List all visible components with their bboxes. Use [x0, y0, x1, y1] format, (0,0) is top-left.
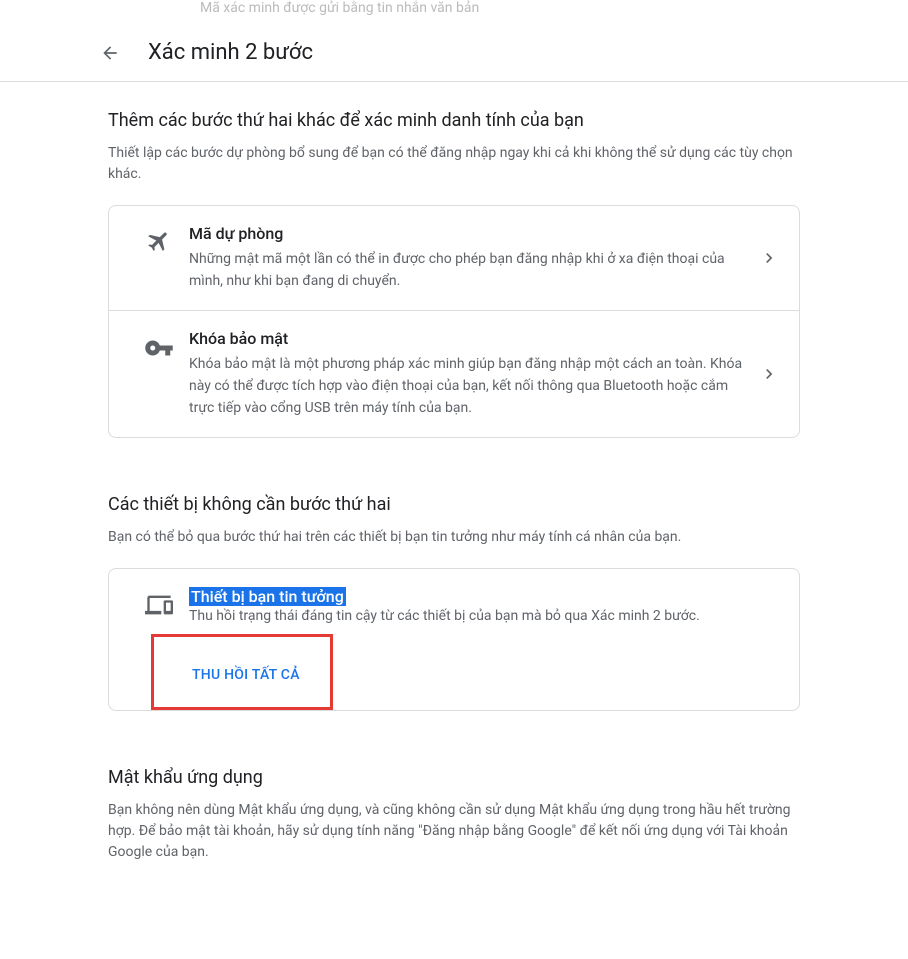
arrow-back-icon [100, 43, 120, 63]
chevron-right-icon [747, 248, 779, 268]
card-desc-backup-codes: Những mật mã một lần có thể in được cho … [189, 249, 747, 292]
truncated-prior-text: Mã xác minh được gửi bằng tin nhắn văn b… [0, 0, 908, 28]
section-desc-add-steps: Thiết lập các bước dự phòng bổ sung để b… [108, 143, 800, 185]
airplane-icon [129, 224, 189, 254]
card-title-trusted: Thiết bị bạn tin tưởng [189, 587, 346, 606]
key-icon [129, 329, 189, 363]
section-title-app-passwords: Mật khẩu ứng dụng [108, 767, 800, 788]
highlight-box: THU HỒI TẤT CẢ [151, 634, 333, 710]
card-title-security-key: Khóa bảo mật [189, 329, 747, 348]
card-trusted-devices: Thiết bị bạn tin tưởng Thu hồi trạng thá… [108, 568, 800, 711]
page-title: Xác minh 2 bước [148, 40, 313, 65]
card-security-key[interactable]: Khóa bảo mật Khóa bảo mật là một phương … [109, 310, 799, 437]
page-header: Xác minh 2 bước [0, 28, 908, 82]
card-backup-codes[interactable]: Mã dự phòng Những mật mã một lần có thể … [109, 206, 799, 310]
revoke-all-button[interactable]: THU HỒI TẤT CẢ [192, 641, 330, 707]
back-button[interactable] [100, 43, 120, 63]
section-trusted-devices: Các thiết bị không cần bước thứ hai Bạn … [108, 494, 800, 711]
section-add-steps: Thêm các bước thứ hai khác để xác minh d… [108, 110, 800, 438]
section-desc-app-passwords: Bạn không nên dùng Mật khẩu ứng dụng, và… [108, 800, 800, 863]
card-desc-trusted: Thu hồi trạng thái đáng tin cậy từ các t… [189, 606, 779, 628]
section-title-add-steps: Thêm các bước thứ hai khác để xác minh d… [108, 110, 800, 131]
card-group-add-steps: Mã dự phòng Những mật mã một lần có thể … [108, 205, 800, 438]
section-title-trusted: Các thiết bị không cần bước thứ hai [108, 494, 800, 515]
chevron-right-icon [747, 364, 779, 384]
section-desc-trusted: Bạn có thể bỏ qua bước thứ hai trên các … [108, 527, 800, 548]
card-title-backup-codes: Mã dự phòng [189, 224, 747, 243]
card-desc-security-key: Khóa bảo mật là một phương pháp xác minh… [189, 354, 747, 419]
devices-icon [129, 587, 189, 619]
section-app-passwords: Mật khẩu ứng dụng Bạn không nên dùng Mật… [108, 767, 800, 863]
